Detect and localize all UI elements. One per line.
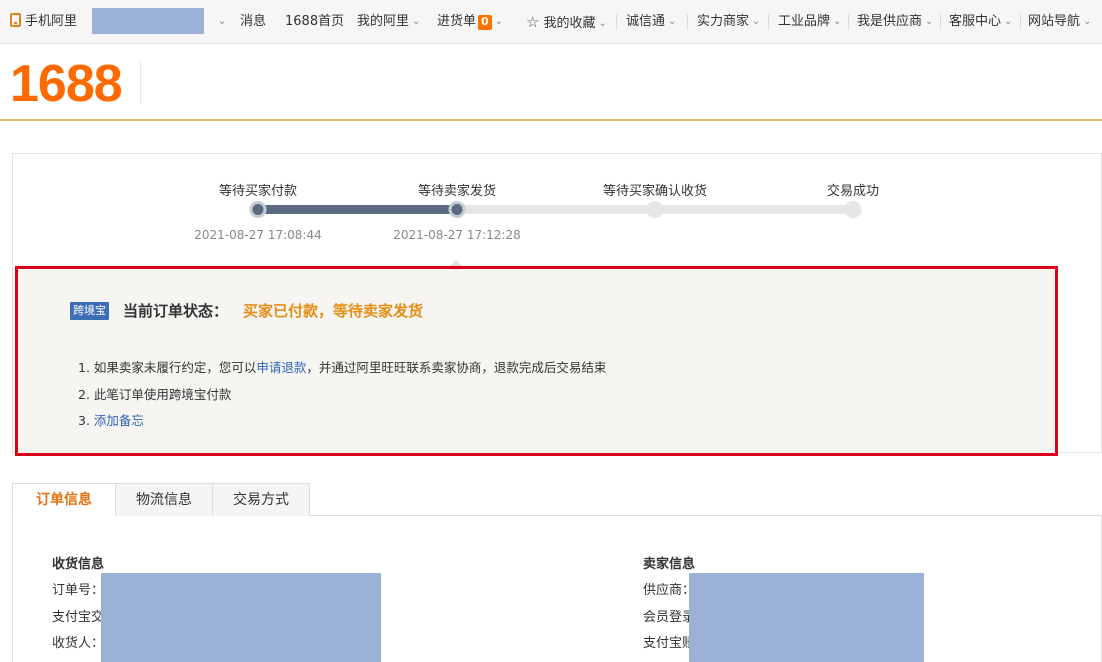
step-dot-pending xyxy=(646,201,664,218)
step-label: 等待卖家发货 xyxy=(417,184,497,199)
nav-supplier[interactable]: 我是供应商 ⌄ xyxy=(857,13,933,31)
status-note-1: 1. 如果卖家未履行约定，您可以申请退款，并通过阿里旺旺联系卖家协商，退款完成后… xyxy=(78,360,607,375)
receiver-label: 收货人： xyxy=(52,636,105,651)
nav-site-map[interactable]: 网站导航 ⌄ xyxy=(1028,13,1091,31)
nav-1688-home[interactable]: 1688首页 xyxy=(285,13,344,31)
status-note-3: 3. 添加备忘 xyxy=(78,413,144,428)
nav-my-ali[interactable]: 我的阿里 ⌄ xyxy=(357,13,420,31)
chevron-down-icon: ⌄ xyxy=(494,16,504,27)
step-time: 2021-08-27 17:12:28 xyxy=(393,228,521,242)
chevron-down-icon: ⌄ xyxy=(1083,16,1092,27)
redacted-username xyxy=(92,8,204,34)
chevron-down-icon: ⌄ xyxy=(833,16,842,27)
logo-divider xyxy=(140,62,141,104)
order-number-label: 订单号： xyxy=(52,583,105,598)
step-label: 交易成功 xyxy=(826,184,880,199)
nav-chengxintong[interactable]: 诚信通 ⌄ xyxy=(626,13,676,31)
star-icon: ☆ xyxy=(526,13,540,31)
status-value: 买家已付款，等待卖家发货 xyxy=(243,302,424,320)
chevron-down-icon: ⌄ xyxy=(598,18,607,29)
supplier-label: 供应商： xyxy=(643,583,696,598)
tab-logistics-info[interactable]: 物流信息 xyxy=(115,483,213,517)
chevron-down-icon: ⌄ xyxy=(412,16,421,27)
nav-industrial-brands[interactable]: 工业品牌 ⌄ xyxy=(778,13,841,31)
kuajingbao-badge: 跨境宝 xyxy=(70,302,109,320)
member-login-label: 会员登录 xyxy=(643,610,696,625)
seller-info-title: 卖家信息 xyxy=(643,557,696,572)
chevron-down-icon: ⌄ xyxy=(218,16,227,27)
nav-messages[interactable]: 消息 xyxy=(240,13,266,31)
nav-divider xyxy=(616,14,617,30)
nav-divider xyxy=(848,14,849,30)
phone-icon xyxy=(10,13,21,27)
redacted-receiving-info xyxy=(101,573,381,662)
nav-favorites[interactable]: ☆ 我的收藏 ⌄ xyxy=(526,13,607,31)
step-dot-completed xyxy=(249,201,267,218)
nav-divider xyxy=(687,14,688,30)
user-dropdown[interactable]: ⌄ xyxy=(215,13,226,31)
step-label: 等待买家确认收货 xyxy=(602,184,708,199)
top-nav-bar: 手机阿里 ⌄ 消息 1688首页 我的阿里 ⌄ 进货单 0 ⌄ ☆ 我的收藏 ⌄ 诚信通 ⌄… xyxy=(0,0,1102,44)
nav-divider xyxy=(768,14,769,30)
progress-track-completed xyxy=(258,205,457,214)
nav-cart[interactable]: 进货单 0 ⌄ xyxy=(437,13,503,31)
status-note-2: 2. 此笔订单使用跨境宝付款 xyxy=(78,387,232,402)
step-dot-pending xyxy=(844,201,862,218)
redacted-seller-info xyxy=(689,573,924,662)
chevron-down-icon: ⌄ xyxy=(668,16,677,27)
nav-customer-service[interactable]: 客服中心 ⌄ xyxy=(949,13,1012,31)
step-dot-completed xyxy=(448,201,466,218)
tab-order-info[interactable]: 订单信息 xyxy=(12,483,116,517)
step-label: 等待买家付款 xyxy=(218,184,298,199)
header-divider-line xyxy=(0,119,1102,121)
nav-divider xyxy=(940,14,941,30)
apply-refund-link[interactable]: 申请退款 xyxy=(256,360,306,375)
tab-transaction-method[interactable]: 交易方式 xyxy=(212,483,310,517)
receiving-info-title: 收货信息 xyxy=(52,557,105,572)
alipay-trade-label: 支付宝交 xyxy=(52,610,105,625)
status-title: 当前订单状态： xyxy=(123,302,229,320)
nav-strong-merchants[interactable]: 实力商家 ⌄ xyxy=(697,13,760,31)
chevron-down-icon: ⌄ xyxy=(925,16,934,27)
chevron-down-icon: ⌄ xyxy=(752,16,761,27)
alipay-account-label: 支付宝账 xyxy=(643,636,696,651)
chevron-down-icon: ⌄ xyxy=(1004,16,1013,27)
step-time: 2021-08-27 17:08:44 xyxy=(194,228,322,242)
nav-divider xyxy=(1020,14,1021,30)
mobile-ali-link[interactable]: 手机阿里 xyxy=(10,13,77,31)
add-memo-link[interactable]: 添加备忘 xyxy=(94,413,144,428)
site-logo[interactable]: 1688 xyxy=(10,54,123,114)
cart-count-badge: 0 xyxy=(478,15,492,30)
